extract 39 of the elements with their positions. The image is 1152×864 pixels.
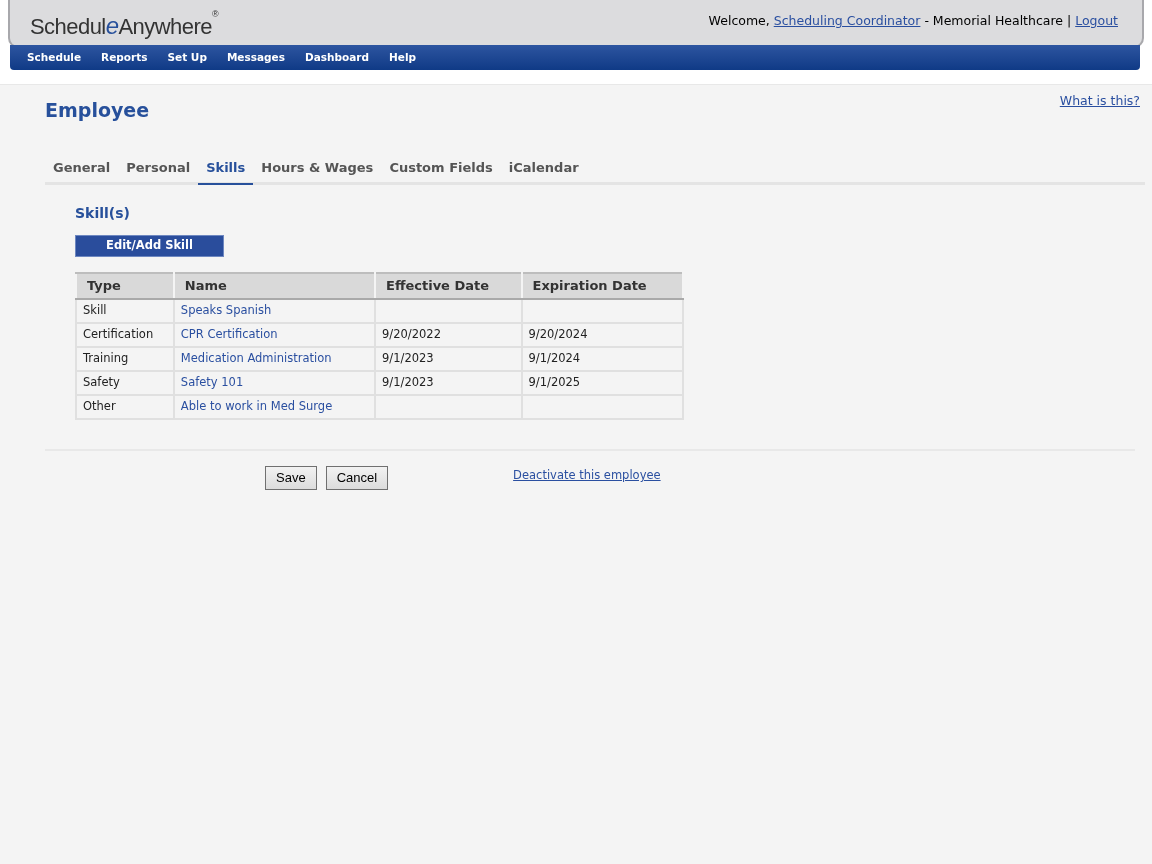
column-header: Type (76, 273, 174, 299)
deactivate-employee-link[interactable]: Deactivate this employee (513, 467, 661, 485)
table-cell: 9/1/2023 (375, 347, 522, 371)
table-cell: Certification (76, 323, 174, 347)
nav-link[interactable]: Messages (217, 49, 294, 66)
tab[interactable]: General (45, 157, 119, 185)
cancel-button[interactable]: Cancel (325, 466, 389, 490)
tab[interactable]: Hours & Wages (253, 157, 382, 185)
skill-link[interactable]: Safety 101 (180, 375, 244, 390)
column-header: Effective Date (375, 273, 522, 299)
table-cell: Training (76, 347, 174, 371)
nav-link[interactable]: Schedule (18, 49, 91, 66)
nav-link[interactable]: Help (380, 49, 426, 66)
table-cell: Skill (76, 299, 174, 323)
logout-link[interactable]: Logout (1075, 13, 1118, 28)
table-cell: 9/20/2022 (375, 323, 522, 347)
tab[interactable]: Personal (118, 157, 199, 185)
user-link[interactable]: Scheduling Coordinator (773, 13, 921, 28)
nav-link[interactable]: Reports (92, 49, 157, 66)
tab[interactable]: iCalendar (500, 157, 587, 185)
tab[interactable]: Skills (198, 157, 254, 185)
table-cell: 9/20/2024 (521, 323, 683, 347)
what-is-this-link[interactable]: What is this? (1059, 92, 1140, 111)
logo: ScheduleAnywhere® (30, 8, 218, 41)
table-cell: 9/1/2023 (375, 371, 522, 395)
edit-add-skill-button[interactable]: Edit/Add Skill (75, 235, 224, 257)
section-title: Skill(s) (75, 204, 131, 223)
page-title: Employee (45, 98, 150, 123)
column-header: Name (173, 273, 376, 299)
nav-link[interactable]: Dashboard (295, 49, 378, 66)
save-button[interactable]: Save (265, 466, 317, 490)
nav-link[interactable]: Set Up (158, 49, 216, 66)
tab[interactable]: Custom Fields (381, 157, 501, 185)
column-header: Expiration Date (521, 273, 683, 299)
table-cell: Other (76, 395, 174, 419)
table-cell: 9/1/2025 (521, 371, 683, 395)
table-cell: 9/1/2024 (521, 347, 683, 371)
welcome-text: Welcome, Scheduling Coordinator - Memorial Healthcare | Logout (708, 12, 1118, 30)
table-cell: Safety (76, 371, 174, 395)
